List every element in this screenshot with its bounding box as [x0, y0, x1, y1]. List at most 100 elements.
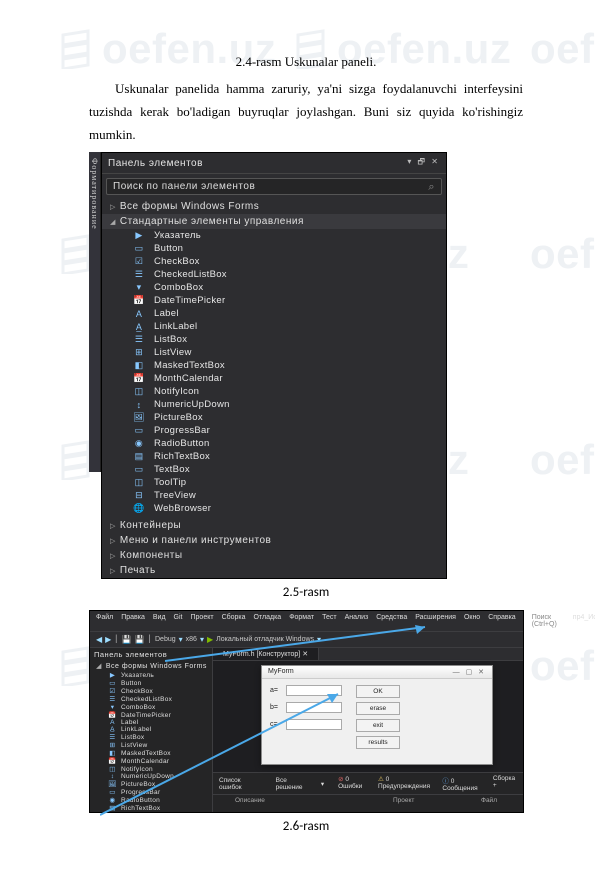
- tool-icon: ◧: [108, 749, 117, 757]
- chevron-down-icon[interactable]: ▾: [179, 635, 183, 644]
- side-tab[interactable]: Форматирование: [89, 152, 101, 472]
- ide-toolbar: ◀ ▶ │ 💾 💾 │ Debug ▾ x86 ▾ ▶ Локальный от…: [90, 632, 523, 648]
- tool-item[interactable]: A̲LinkLabel: [102, 320, 446, 333]
- debug-combo[interactable]: Debug: [155, 636, 176, 643]
- menu-item[interactable]: Тест: [322, 614, 336, 628]
- tool-item[interactable]: ▾ComboBox: [90, 703, 212, 711]
- winform-controls[interactable]: — ▢ ✕: [453, 668, 486, 676]
- form-button[interactable]: exit: [356, 719, 400, 732]
- ide-designer[interactable]: MyForm — ▢ ✕ a=b=c= OKeraseexitresults: [213, 661, 523, 772]
- start-label[interactable]: Локальный отладчик Windows: [216, 636, 314, 643]
- tool-item[interactable]: ▭ProgressBar: [102, 424, 446, 437]
- error-filter[interactable]: 0 Предупреждения: [378, 775, 434, 792]
- tool-item[interactable]: ALabel: [90, 719, 212, 726]
- form-textbox[interactable]: [286, 702, 342, 713]
- tool-item[interactable]: ◧MaskedTextBox: [90, 749, 212, 757]
- saveall-icon[interactable]: 💾: [135, 635, 145, 644]
- menu-item[interactable]: Файл: [96, 614, 113, 628]
- tab-designer[interactable]: MyForm.h [Конструктор] ✕: [213, 648, 319, 660]
- tool-item[interactable]: ◫NotifyIcon: [90, 765, 212, 773]
- menu-item[interactable]: Справка: [488, 614, 515, 628]
- tool-icon: ▤: [132, 451, 146, 462]
- tool-item[interactable]: ☑CheckBox: [90, 687, 212, 695]
- menu-item[interactable]: Средства: [376, 614, 407, 628]
- tool-item[interactable]: ↕NumericUpDown: [90, 773, 212, 780]
- menu-item[interactable]: Вид: [153, 614, 166, 628]
- close-icon[interactable]: ✕: [302, 651, 308, 658]
- tool-item[interactable]: 🖼PictureBox: [102, 411, 446, 424]
- section-collapsed[interactable]: Компоненты: [102, 548, 446, 563]
- tool-item[interactable]: ◉RadioButton: [90, 796, 212, 804]
- tool-item[interactable]: 📅DateTimePicker: [102, 294, 446, 307]
- tool-item[interactable]: ◫ToolTip: [102, 476, 446, 489]
- menu-item[interactable]: Git: [174, 614, 183, 628]
- titlebar-icons[interactable]: ▾ 🗗 ✕: [407, 156, 440, 170]
- form-button[interactable]: results: [356, 736, 400, 749]
- save-icon[interactable]: 💾: [122, 635, 132, 644]
- ide-section-allforms[interactable]: Все формы Windows Forms: [90, 661, 212, 671]
- tool-item[interactable]: ☑CheckBox: [102, 255, 446, 268]
- section-collapsed[interactable]: Печать: [102, 563, 446, 578]
- chevron-down-icon[interactable]: ▾: [200, 635, 204, 644]
- menu-item[interactable]: Проект: [191, 614, 214, 628]
- error-filter[interactable]: 0 Ошибки: [338, 775, 370, 792]
- menu-item[interactable]: Окно: [464, 614, 480, 628]
- start-icon[interactable]: ▶: [207, 635, 213, 644]
- cpu-combo[interactable]: x86: [186, 636, 197, 643]
- tool-item[interactable]: ▶Указатель: [102, 229, 446, 242]
- tool-item[interactable]: ▭TextBox: [102, 463, 446, 476]
- menu-item[interactable]: Расширения: [415, 614, 456, 628]
- tool-item[interactable]: ▭Button: [90, 679, 212, 687]
- menu-item[interactable]: Формат: [289, 614, 314, 628]
- tool-item[interactable]: ☰ListBox: [90, 733, 212, 741]
- back-icon[interactable]: ◀: [96, 635, 102, 644]
- tool-item[interactable]: ◧MaskedTextBox: [102, 359, 446, 372]
- tool-item[interactable]: ↕NumericUpDown: [102, 398, 446, 411]
- tool-item[interactable]: ALabel: [102, 307, 446, 320]
- tool-item[interactable]: 📅DateTimePicker: [90, 711, 212, 719]
- section-all-forms[interactable]: Все формы Windows Forms: [102, 199, 446, 214]
- section-std-controls[interactable]: Стандартные элементы управления: [102, 214, 446, 229]
- tool-item[interactable]: 📅MonthCalendar: [90, 757, 212, 765]
- form-button[interactable]: OK: [356, 685, 400, 698]
- tool-item[interactable]: ▶Указатель: [90, 671, 212, 679]
- tool-icon: 📅: [108, 711, 117, 719]
- tool-item[interactable]: 🖼PictureBox: [90, 780, 212, 788]
- menu-item[interactable]: Сборка: [222, 614, 246, 628]
- tool-item[interactable]: ⊟TreeView: [102, 489, 446, 502]
- chevron-down-icon[interactable]: ▾: [317, 635, 321, 644]
- winform-preview[interactable]: MyForm — ▢ ✕ a=b=c= OKeraseexitresults: [261, 665, 493, 765]
- menu-item[interactable]: Правка: [121, 614, 145, 628]
- chevron-down-icon[interactable]: ▾: [321, 780, 324, 788]
- tool-item[interactable]: ▤RichTextBox: [102, 450, 446, 463]
- tool-item[interactable]: ▭ProgressBar: [90, 788, 212, 796]
- solution-combo[interactable]: Все решение: [276, 777, 311, 791]
- menu-item[interactable]: Анализ: [345, 614, 369, 628]
- toolbox-search[interactable]: Поиск по панели элементов ⌕: [106, 178, 442, 195]
- error-filter[interactable]: Сборка +: [493, 775, 517, 792]
- global-search[interactable]: Поиск (Ctrl+Q): [532, 614, 557, 628]
- tool-item[interactable]: ⊞ListView: [90, 741, 212, 749]
- tool-label: MaskedTextBox: [154, 360, 225, 371]
- tool-label: PictureBox: [121, 781, 155, 788]
- tool-item[interactable]: ▾ComboBox: [102, 281, 446, 294]
- tool-item[interactable]: ▭Button: [102, 242, 446, 255]
- tool-item[interactable]: 🌐WebBrowser: [102, 502, 446, 515]
- tool-item[interactable]: ☰CheckedListBox: [102, 268, 446, 281]
- section-collapsed[interactable]: Меню и панели инструментов: [102, 533, 446, 548]
- tool-item[interactable]: A̲LinkLabel: [90, 726, 212, 733]
- tool-item[interactable]: ▤RichTextBox: [90, 804, 212, 812]
- tool-item[interactable]: ◫NotifyIcon: [102, 385, 446, 398]
- menu-item[interactable]: Отладка: [254, 614, 282, 628]
- tool-item[interactable]: ☰ListBox: [102, 333, 446, 346]
- tool-item[interactable]: 📅MonthCalendar: [102, 372, 446, 385]
- form-textbox[interactable]: [286, 685, 342, 696]
- tool-item[interactable]: ◉RadioButton: [102, 437, 446, 450]
- section-collapsed[interactable]: Контейнеры: [102, 518, 446, 533]
- tool-item[interactable]: ⊞ListView: [102, 346, 446, 359]
- error-filter[interactable]: 0 Сообщения: [442, 775, 484, 792]
- form-textbox[interactable]: [286, 719, 342, 730]
- form-button[interactable]: erase: [356, 702, 400, 715]
- tool-item[interactable]: ☰CheckedListBox: [90, 695, 212, 703]
- fwd-icon[interactable]: ▶: [105, 635, 111, 644]
